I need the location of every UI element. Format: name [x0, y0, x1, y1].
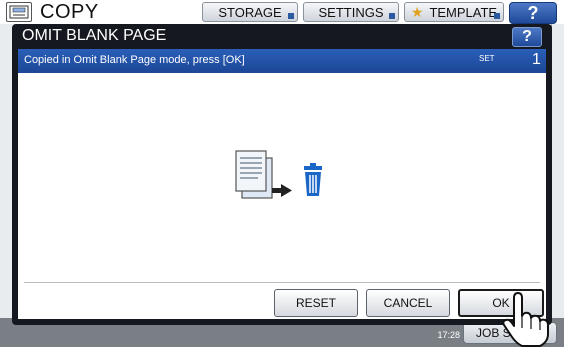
settings-button-label: SETTINGS: [318, 4, 384, 20]
message-bar: Copied in Omit Blank Page mode, press [O…: [18, 49, 546, 73]
reset-button-label: RESET: [295, 296, 336, 310]
template-button[interactable]: ★ TEMPLATE: [404, 2, 504, 22]
copy-icon: [6, 2, 32, 22]
instruction-message: Copied in Omit Blank Page mode, press [O…: [24, 54, 245, 66]
settings-button[interactable]: SETTINGS: [303, 2, 399, 22]
star-icon: ★: [410, 3, 424, 20]
document-icon: [235, 150, 273, 199]
omit-blank-illustration: [226, 144, 338, 216]
omit-blank-page-dialog: OMIT BLANK PAGE ? Copied in Omit Blank P…: [12, 24, 552, 325]
reset-button[interactable]: RESET: [274, 289, 358, 317]
divider: [24, 282, 540, 283]
corner-marker-icon: [389, 13, 395, 19]
trash-icon: [304, 163, 322, 196]
top-bar: COPY STORAGE SETTINGS ★ TEMPLATE ?: [0, 0, 564, 24]
cancel-button-label: CANCEL: [383, 296, 433, 310]
help-button[interactable]: ?: [509, 2, 557, 24]
set-label: SET: [479, 54, 495, 63]
hand-pointer-icon: [500, 292, 556, 347]
background-panel-right: [551, 24, 564, 324]
dialog-title: OMIT BLANK PAGE: [22, 27, 167, 44]
corner-marker-icon: [494, 13, 500, 19]
app-title: COPY: [40, 1, 99, 23]
set-count: 1: [532, 51, 541, 68]
storage-button[interactable]: STORAGE: [202, 2, 298, 22]
arrow-icon: [272, 184, 292, 197]
template-button-label: TEMPLATE: [429, 4, 498, 20]
clock: 17:28: [437, 330, 460, 340]
storage-button-label: STORAGE: [218, 4, 282, 20]
corner-marker-icon: [288, 13, 294, 19]
dialog-body: Copied in Omit Blank Page mode, press [O…: [18, 49, 546, 319]
help-icon: ?: [522, 28, 532, 45]
dialog-help-button[interactable]: ?: [512, 27, 542, 47]
cancel-button[interactable]: CANCEL: [366, 289, 450, 317]
help-icon: ?: [527, 2, 539, 23]
